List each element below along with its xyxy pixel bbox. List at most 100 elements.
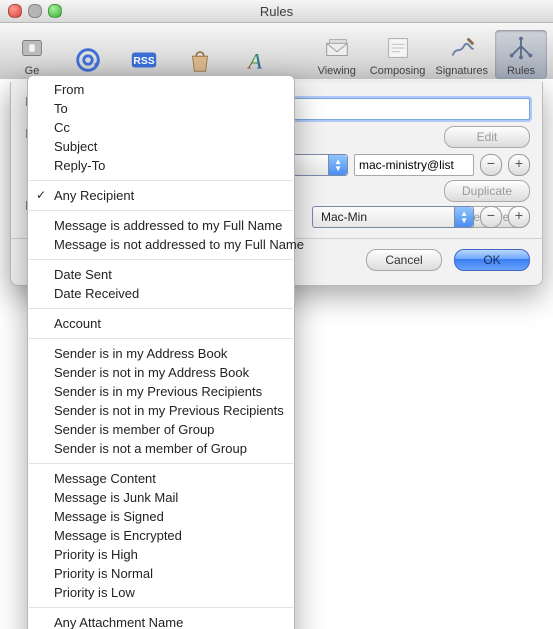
- menu-item-label: Sender is in my Previous Recipients: [54, 384, 262, 399]
- menu-item[interactable]: Message is Junk Mail: [28, 488, 294, 507]
- titlebar: Rules: [0, 0, 553, 23]
- signature-icon: [446, 32, 478, 64]
- menu-item-label: From: [54, 82, 84, 97]
- remove-condition-button[interactable]: −: [480, 154, 502, 176]
- menu-item[interactable]: To: [28, 99, 294, 118]
- toolbar-item-signatures[interactable]: Signatures: [432, 30, 491, 79]
- menu-item[interactable]: Priority is High: [28, 545, 294, 564]
- menu-item-label: Sender is not a member of Group: [54, 441, 247, 456]
- menu-item[interactable]: Date Sent: [28, 265, 294, 284]
- toolbar-item-fonts[interactable]: A: [230, 42, 282, 79]
- toolbar-label-viewing: Viewing: [318, 65, 356, 77]
- menu-item[interactable]: Any Attachment Name: [28, 613, 294, 629]
- compose-icon: [382, 32, 414, 64]
- menu-item[interactable]: Sender is in my Address Book: [28, 344, 294, 363]
- cancel-button[interactable]: Cancel: [366, 249, 442, 271]
- menu-item[interactable]: Sender is not in my Address Book: [28, 363, 294, 382]
- menu-item-label: Sender is not in my Previous Recipients: [54, 403, 284, 418]
- minimize-window-button[interactable]: [28, 4, 42, 18]
- svg-text:RSS: RSS: [133, 56, 154, 67]
- menu-item[interactable]: Message is not addressed to my Full Name: [28, 235, 294, 254]
- menu-item-label: Message is Junk Mail: [54, 490, 178, 505]
- preferences-toolbar: Ge RSS A: [0, 23, 553, 82]
- menu-item-label: Any Attachment Name: [54, 615, 183, 629]
- menu-item-label: Sender is in my Address Book: [54, 346, 227, 361]
- menu-item[interactable]: Account: [28, 314, 294, 333]
- edit-rule-button[interactable]: Edit: [444, 126, 530, 148]
- menu-item[interactable]: Priority is Low: [28, 583, 294, 602]
- menu-item[interactable]: Message Content: [28, 469, 294, 488]
- menu-separator: [29, 259, 293, 260]
- menu-item-label: Message is Encrypted: [54, 528, 182, 543]
- toolbar-label-composing: Composing: [370, 65, 426, 77]
- toolbar-item-junk[interactable]: [174, 42, 226, 79]
- menu-separator: [29, 180, 293, 181]
- condition-criteria-menu[interactable]: From To Cc Subject Reply-To ✓ Any Recipient Mes…: [27, 75, 295, 629]
- menu-item-label: Date Received: [54, 286, 139, 301]
- menu-item-label: Message is not addressed to my Full Name: [54, 237, 304, 252]
- ok-button[interactable]: OK: [454, 249, 530, 271]
- menu-item-label: Account: [54, 316, 101, 331]
- menu-item-label: Message Content: [54, 471, 156, 486]
- menu-item[interactable]: Message is Signed: [28, 507, 294, 526]
- menu-separator: [29, 210, 293, 211]
- menu-item-label: Priority is Normal: [54, 566, 153, 581]
- toolbar-item-viewing[interactable]: Viewing: [311, 30, 363, 79]
- junk-bag-icon: [184, 44, 216, 76]
- toolbar-label-rules: Rules: [507, 65, 535, 77]
- menu-item[interactable]: Sender is not a member of Group: [28, 439, 294, 458]
- menu-item[interactable]: Date Received: [28, 284, 294, 303]
- checkmark-icon: ✓: [36, 187, 46, 204]
- duplicate-rule-button[interactable]: Duplicate: [444, 180, 530, 202]
- menu-item[interactable]: Sender is member of Group: [28, 420, 294, 439]
- menu-separator: [29, 607, 293, 608]
- close-window-button[interactable]: [8, 4, 22, 18]
- menu-item-label: Reply-To: [54, 158, 105, 173]
- menu-item[interactable]: Message is Encrypted: [28, 526, 294, 545]
- menu-item[interactable]: ✓ Any Recipient: [28, 186, 294, 205]
- menu-item[interactable]: Sender is not in my Previous Recipients: [28, 401, 294, 420]
- menu-item-label: Priority is Low: [54, 585, 135, 600]
- action-mailbox-value: Mac-Min: [321, 210, 367, 224]
- menu-item[interactable]: Cc: [28, 118, 294, 137]
- preferences-window: Rules Ge RSS: [0, 0, 553, 629]
- menu-separator: [29, 463, 293, 464]
- remove-action-button[interactable]: −: [480, 206, 502, 228]
- menu-item-label: Subject: [54, 139, 97, 154]
- rss-icon: RSS: [128, 44, 160, 76]
- menu-item-label: Cc: [54, 120, 70, 135]
- toolbar-item-general[interactable]: Ge: [6, 30, 58, 79]
- envelope-stack-icon: [321, 32, 353, 64]
- toolbar-item-accounts[interactable]: [62, 42, 114, 79]
- menu-item[interactable]: Message is addressed to my Full Name: [28, 216, 294, 235]
- menu-item-label: Date Sent: [54, 267, 112, 282]
- toolbar-item-composing[interactable]: Composing: [367, 30, 429, 79]
- switch-icon: [16, 32, 48, 64]
- menu-item-label: Sender is member of Group: [54, 422, 214, 437]
- add-condition-button[interactable]: +: [508, 154, 530, 176]
- action-mailbox-select[interactable]: Mac-Min ▲▼: [312, 206, 474, 228]
- menu-item-label: Message is addressed to my Full Name: [54, 218, 282, 233]
- fonts-icon: A: [240, 44, 272, 76]
- menu-item[interactable]: From: [28, 80, 294, 99]
- condition-value-field[interactable]: [354, 154, 474, 176]
- toolbar-label-signatures: Signatures: [435, 65, 488, 77]
- menu-separator: [29, 308, 293, 309]
- menu-item-label: Priority is High: [54, 547, 138, 562]
- menu-item-label: Any Recipient: [54, 188, 134, 203]
- menu-item[interactable]: Subject: [28, 137, 294, 156]
- menu-item[interactable]: Reply-To: [28, 156, 294, 175]
- menu-item-label: To: [54, 101, 68, 116]
- menu-item[interactable]: Priority is Normal: [28, 564, 294, 583]
- menu-item[interactable]: Sender is in my Previous Recipients: [28, 382, 294, 401]
- zoom-window-button[interactable]: [48, 4, 62, 18]
- menu-separator: [29, 338, 293, 339]
- add-action-button[interactable]: +: [508, 206, 530, 228]
- toolbar-item-rules[interactable]: Rules: [495, 30, 547, 79]
- toolbar-item-rss[interactable]: RSS: [118, 42, 170, 79]
- window-controls: [0, 4, 62, 18]
- menu-item-label: Message is Signed: [54, 509, 164, 524]
- window-title: Rules: [0, 4, 553, 19]
- rules-branch-icon: [505, 32, 537, 64]
- menu-item-label: Sender is not in my Address Book: [54, 365, 249, 380]
